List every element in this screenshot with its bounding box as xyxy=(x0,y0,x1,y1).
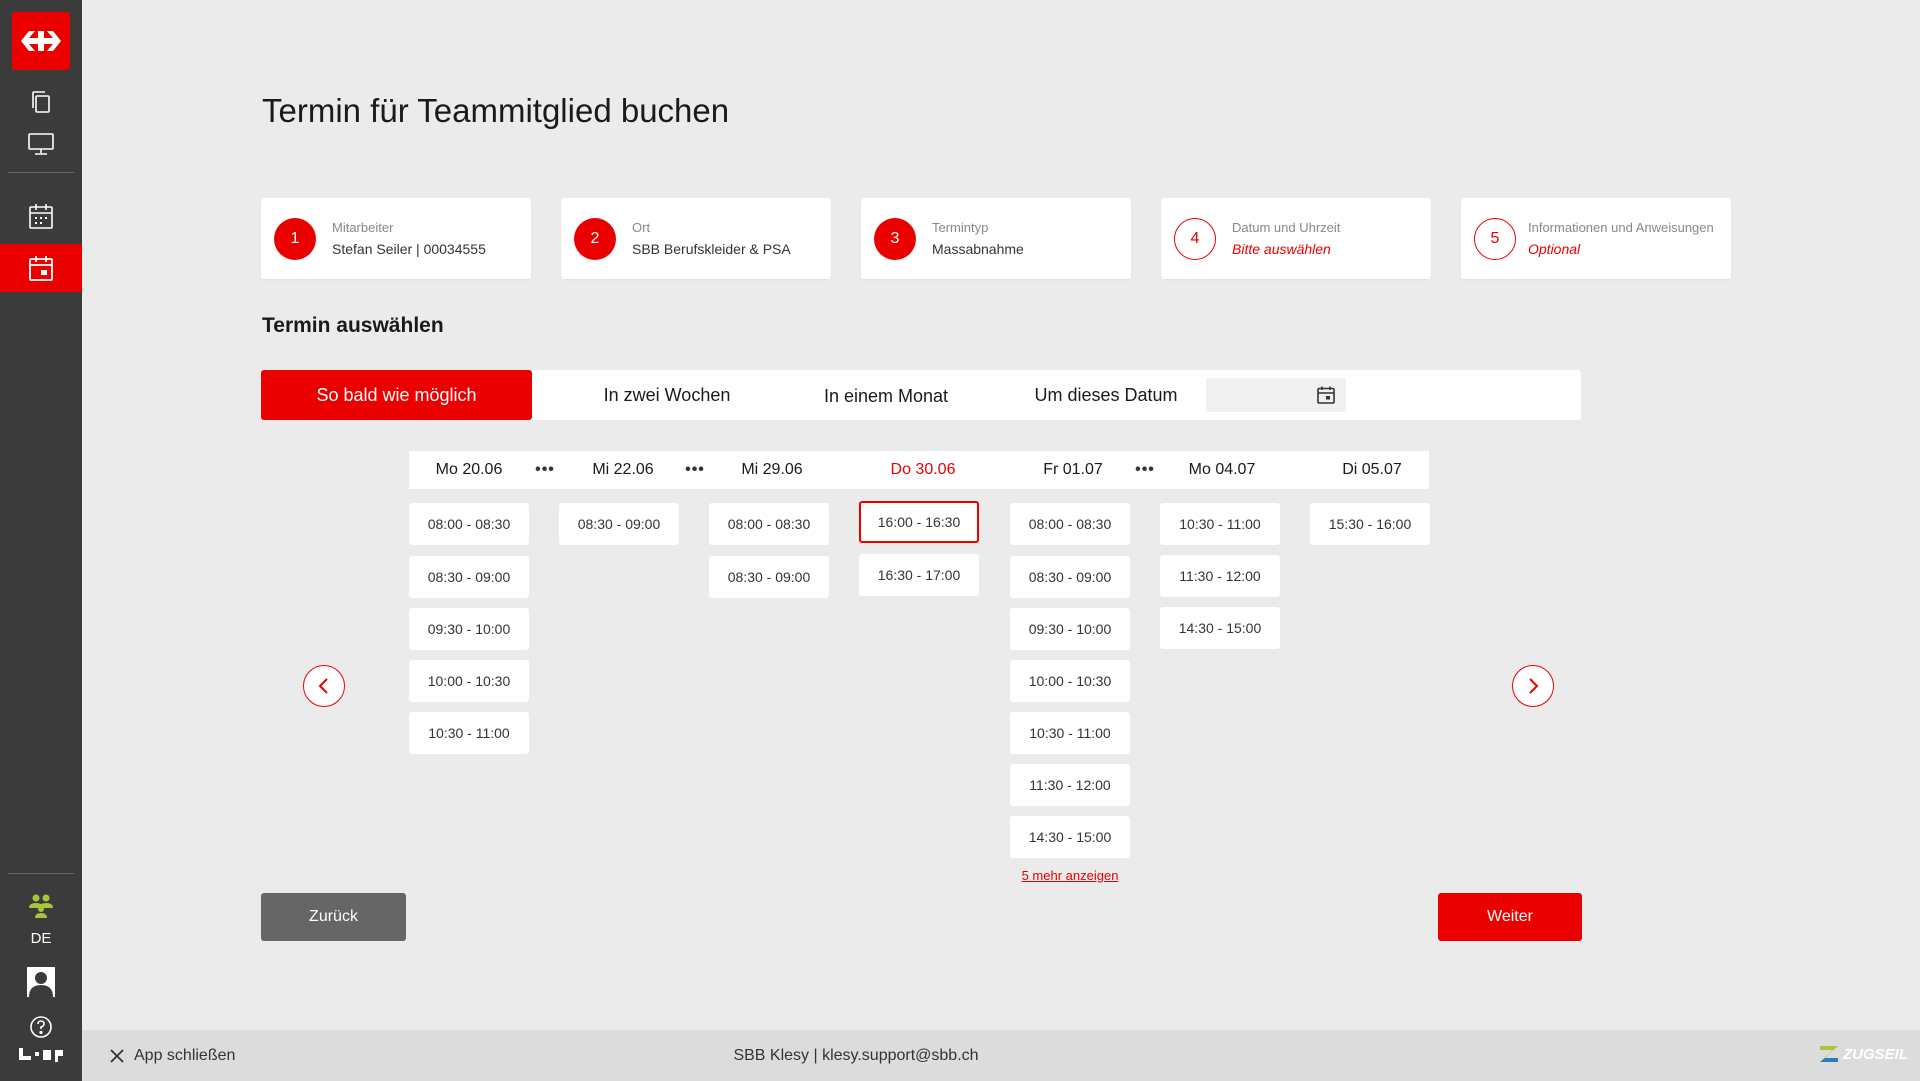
support-contact: SBB Klesy | klesy.support@sbb.ch xyxy=(733,1046,979,1064)
chevron-left-icon xyxy=(318,678,328,694)
calendar-icon[interactable] xyxy=(0,192,82,240)
monitor-icon[interactable] xyxy=(0,120,82,168)
step-number: 1 xyxy=(274,217,316,260)
time-slot[interactable]: 11:30 - 12:00 xyxy=(1160,555,1280,597)
close-icon xyxy=(110,1048,124,1063)
close-app-button[interactable]: App schließen xyxy=(110,1030,235,1081)
time-slot[interactable]: 08:30 - 09:00 xyxy=(1010,556,1130,598)
next-button[interactable]: Weiter xyxy=(1438,893,1582,941)
day-header-row: Mo 20.06 ••• Mi 22.06 ••• Mi 29.06 Do 30… xyxy=(409,451,1429,489)
app-logo-icon xyxy=(0,1036,82,1072)
step-value: Optional xyxy=(1528,241,1581,257)
time-slot[interactable]: 10:30 - 11:00 xyxy=(1160,503,1280,545)
step-number: 2 xyxy=(574,217,616,260)
page-title: Termin für Teammitglied buchen xyxy=(262,92,730,129)
day-header: Do 30.06 xyxy=(890,461,956,478)
day-header: Mi 29.06 xyxy=(741,461,803,478)
time-slot[interactable]: 14:30 - 15:00 xyxy=(1160,607,1280,649)
step-date-time[interactable]: 4 Datum und Uhrzeit Bitte auswählen xyxy=(1161,198,1431,279)
step-label: Datum und Uhrzeit xyxy=(1232,220,1341,235)
step-label: Mitarbeiter xyxy=(332,220,394,235)
section-title: Termin auswählen xyxy=(262,314,444,337)
more-dates-icon[interactable]: ••• xyxy=(1130,451,1160,489)
next-dates-button[interactable] xyxy=(1512,665,1554,707)
sidebar-divider xyxy=(8,873,74,874)
step-label: Termintyp xyxy=(932,220,989,235)
previous-dates-button[interactable] xyxy=(303,665,345,707)
step-value: Bitte auswählen xyxy=(1232,241,1331,257)
filter-two-weeks-button[interactable]: In zwei Wochen xyxy=(532,370,802,420)
stepper: 1 Mitarbeiter Stefan Seiler | 00034555 2… xyxy=(261,198,1731,279)
zugseil-brand: ZUGSEIL xyxy=(1842,1045,1908,1063)
step-location[interactable]: 2 Ort SBB Berufskleider & PSA xyxy=(561,198,831,279)
step-information[interactable]: 5 Informationen und Anweisungen Optional xyxy=(1461,198,1731,279)
day-header: Di 05.07 xyxy=(1342,461,1402,478)
sidebar-divider xyxy=(8,172,74,173)
calendar-booking-icon[interactable] xyxy=(0,244,82,292)
date-picker-input[interactable] xyxy=(1206,378,1346,412)
time-slot[interactable]: 08:30 - 09:00 xyxy=(409,556,529,598)
close-app-label: App schließen xyxy=(134,1046,236,1064)
sidebar: DE xyxy=(0,0,82,1081)
team-icon[interactable] xyxy=(0,881,82,929)
filter-one-month-button[interactable]: In einem Monat xyxy=(801,370,971,420)
time-slot[interactable]: 15:30 - 16:00 xyxy=(1310,503,1430,545)
time-slot-selected[interactable]: 16:00 - 16:30 xyxy=(859,501,979,543)
time-slot[interactable]: 10:30 - 11:00 xyxy=(409,712,529,754)
step-label: Informationen und Anweisungen xyxy=(1528,220,1714,235)
step-value: SBB Berufskleider & PSA xyxy=(632,241,791,257)
more-dates-icon[interactable]: ••• xyxy=(680,451,710,489)
step-number: 5 xyxy=(1474,217,1516,260)
sbb-logo-icon[interactable] xyxy=(12,12,70,70)
step-value: Massabnahme xyxy=(932,241,1024,257)
day-header: Mo 04.07 xyxy=(1188,461,1256,478)
back-button[interactable]: Zurück xyxy=(261,893,406,941)
show-more-link[interactable]: 5 mehr anzeigen xyxy=(1010,868,1130,883)
time-slot[interactable]: 16:30 - 17:00 xyxy=(859,554,979,596)
time-slot[interactable]: 08:30 - 09:00 xyxy=(709,556,829,598)
zugseil-logo: ZUGSEIL xyxy=(1819,1045,1908,1063)
step-label: Ort xyxy=(632,220,651,235)
step-number: 4 xyxy=(1174,217,1216,260)
step-employee[interactable]: 1 Mitarbeiter Stefan Seiler | 00034555 xyxy=(261,198,531,279)
date-filter-bar: So bald wie möglich In zwei Wochen In ei… xyxy=(261,370,1581,420)
time-slot[interactable]: 08:00 - 08:30 xyxy=(709,503,829,545)
time-slot[interactable]: 09:30 - 10:00 xyxy=(1010,608,1130,650)
time-slot[interactable]: 10:00 - 10:30 xyxy=(1010,660,1130,702)
step-number: 3 xyxy=(874,217,916,260)
filter-this-date-button[interactable]: Um dieses Datum xyxy=(1021,370,1191,420)
time-slot[interactable]: 11:30 - 12:00 xyxy=(1010,764,1130,806)
time-slot[interactable]: 08:00 - 08:30 xyxy=(1010,503,1130,545)
time-slot[interactable]: 08:00 - 08:30 xyxy=(409,503,529,545)
day-header: Mi 22.06 xyxy=(592,461,654,478)
time-slot[interactable]: 10:30 - 11:00 xyxy=(1010,712,1130,754)
zugseil-icon xyxy=(1819,1046,1838,1062)
step-appointment-type[interactable]: 3 Termintyp Massabnahme xyxy=(861,198,1131,279)
day-header: Fr 01.07 xyxy=(1043,461,1103,478)
footer: App schließen SBB Klesy | klesy.support@… xyxy=(82,1030,1920,1081)
time-slot[interactable]: 14:30 - 15:00 xyxy=(1010,816,1130,858)
time-slot[interactable]: 10:00 - 10:30 xyxy=(409,660,529,702)
language-selector[interactable]: DE xyxy=(0,930,82,947)
step-value: Stefan Seiler | 00034555 xyxy=(332,241,486,257)
time-slot[interactable]: 08:30 - 09:00 xyxy=(559,503,679,545)
time-slot[interactable]: 09:30 - 10:00 xyxy=(409,608,529,650)
chevron-right-icon xyxy=(1529,678,1539,694)
user-avatar-icon[interactable] xyxy=(0,958,82,1006)
copy-icon[interactable] xyxy=(0,78,82,126)
calendar-icon[interactable] xyxy=(1316,385,1336,410)
more-dates-icon[interactable]: ••• xyxy=(530,451,560,489)
filter-asap-button[interactable]: So bald wie möglich xyxy=(261,370,532,420)
day-header: Mo 20.06 xyxy=(435,461,503,478)
